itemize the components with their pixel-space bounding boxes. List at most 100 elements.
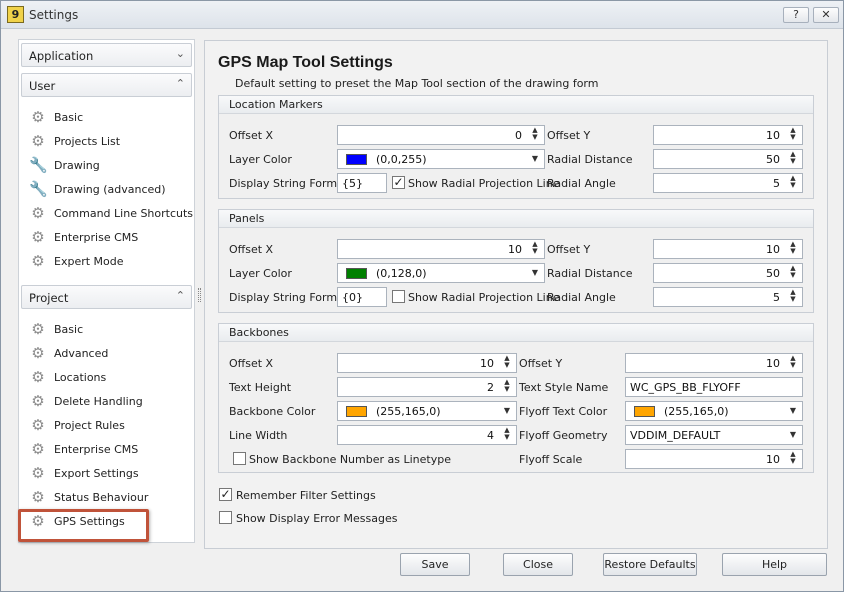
spinner-icon[interactable]: ▲ ▼ bbox=[787, 151, 799, 167]
lm-layer-color-select[interactable]: (0,0,255) ▼ bbox=[337, 149, 545, 169]
nav-user-projects-list[interactable]: ⚙ Projects List bbox=[29, 132, 189, 152]
gear-icon: ⚙ bbox=[31, 252, 45, 270]
remember-filter-checkbox[interactable]: ✓ bbox=[219, 488, 232, 501]
restore-defaults-button[interactable]: Restore Defaults bbox=[603, 553, 697, 576]
settings-sidebar: Application ⌄ User ⌃ ⚙ Basic ⚙ Projects Li… bbox=[18, 39, 195, 543]
nav-project-locations[interactable]: ⚙ Locations bbox=[29, 368, 189, 388]
spinner-icon[interactable]: ▲ ▼ bbox=[787, 451, 799, 467]
offset-y-label: Offset Y bbox=[519, 357, 563, 370]
field-value: 10 bbox=[766, 453, 780, 466]
nav-label: Expert Mode bbox=[54, 255, 124, 268]
group-user[interactable]: User ⌃ bbox=[21, 73, 192, 97]
spinner-icon[interactable]: ▲ ▼ bbox=[529, 127, 541, 143]
pn-layer-color-select[interactable]: (0,128,0) ▼ bbox=[337, 263, 545, 283]
pn-radial-angle-input[interactable]: 5 ▲ ▼ bbox=[653, 287, 803, 307]
nav-project-basic[interactable]: ⚙ Basic bbox=[29, 320, 189, 340]
field-value: WC_GPS_BB_FLYOFF bbox=[630, 381, 741, 394]
spinner-icon[interactable]: ▲ ▼ bbox=[501, 427, 513, 443]
bb-text-style-input[interactable]: WC_GPS_BB_FLYOFF bbox=[625, 377, 803, 397]
nav-project-status-behaviour[interactable]: ⚙ Status Behaviour bbox=[29, 488, 189, 508]
page-subtitle: Default setting to preset the Map Tool s… bbox=[235, 77, 599, 90]
show-errors-label: Show Display Error Messages bbox=[236, 512, 398, 525]
spinner-icon[interactable]: ▲ ▼ bbox=[501, 355, 513, 371]
panels-section: Panels Offset X 10 ▲ ▼ Offset Y 10 ▲ ▼ Layer… bbox=[218, 209, 814, 313]
text-height-label: Text Height bbox=[229, 381, 292, 394]
nav-user-drawing-advanced[interactable]: 🔧 Drawing (advanced) bbox=[29, 180, 189, 200]
dropdown-arrow-icon: ▼ bbox=[531, 154, 538, 163]
group-label: Project bbox=[29, 291, 69, 305]
spinner-icon[interactable]: ▲ ▼ bbox=[787, 289, 799, 305]
field-value: 10 bbox=[766, 129, 780, 142]
spinner-icon[interactable]: ▲ ▼ bbox=[529, 241, 541, 257]
field-value: 4 bbox=[487, 429, 494, 442]
bb-line-width-input[interactable]: 4 ▲ ▼ bbox=[337, 425, 517, 445]
nav-user-expert-mode[interactable]: ⚙ Expert Mode bbox=[29, 252, 189, 272]
color-swatch bbox=[346, 268, 367, 279]
lm-offset-x-input[interactable]: 0 ▲ ▼ bbox=[337, 125, 545, 145]
lm-offset-y-input[interactable]: 10 ▲ ▼ bbox=[653, 125, 803, 145]
close-button[interactable]: Close bbox=[503, 553, 573, 576]
bb-backbone-color-select[interactable]: (255,165,0) ▼ bbox=[337, 401, 517, 421]
bb-flyoff-geometry-select[interactable]: VDDIM_DEFAULT ▼ bbox=[625, 425, 803, 445]
gear-icon: ⚙ bbox=[31, 320, 45, 338]
nav-label: Command Line Shortcuts bbox=[54, 207, 194, 220]
pn-radial-distance-input[interactable]: 50 ▲ ▼ bbox=[653, 263, 803, 283]
spinner-icon[interactable]: ▲ ▼ bbox=[787, 355, 799, 371]
bb-text-height-input[interactable]: 2 ▲ ▼ bbox=[337, 377, 517, 397]
nav-project-delete-handling[interactable]: ⚙ Delete Handling bbox=[29, 392, 189, 412]
nav-label: Locations bbox=[54, 371, 107, 384]
nav-project-enterprise-cms[interactable]: ⚙ Enterprise CMS bbox=[29, 440, 189, 460]
location-markers-section: Location Markers Offset X 0 ▲ ▼ Offset Y 1… bbox=[218, 95, 814, 199]
gear-icon: ⚙ bbox=[31, 440, 45, 458]
nav-user-command-line-shortcuts[interactable]: ⚙ Command Line Shortcuts bbox=[29, 204, 193, 224]
help-button[interactable]: Help bbox=[722, 553, 827, 576]
pn-offset-y-input[interactable]: 10 ▲ ▼ bbox=[653, 239, 803, 259]
nav-project-rules[interactable]: ⚙ Project Rules bbox=[29, 416, 189, 436]
save-button[interactable]: Save bbox=[400, 553, 470, 576]
radial-distance-label: Radial Distance bbox=[547, 267, 633, 280]
spinner-icon[interactable]: ▲ ▼ bbox=[787, 127, 799, 143]
pn-offset-x-input[interactable]: 10 ▲ ▼ bbox=[337, 239, 545, 259]
gear-icon: ⚙ bbox=[31, 464, 45, 482]
show-errors-checkbox[interactable] bbox=[219, 511, 232, 524]
show-radial-label: Show Radial Projection Line bbox=[408, 177, 560, 190]
remember-filter-label: Remember Filter Settings bbox=[236, 489, 376, 502]
app-logo-icon: 9 bbox=[7, 6, 24, 23]
nav-label: Drawing (advanced) bbox=[54, 183, 166, 196]
offset-x-label: Offset X bbox=[229, 357, 274, 370]
color-swatch bbox=[346, 406, 367, 417]
sidebar-splitter[interactable] bbox=[198, 288, 201, 302]
spinner-icon[interactable]: ▲ ▼ bbox=[787, 241, 799, 257]
lm-display-format-input[interactable]: {5} bbox=[337, 173, 387, 193]
lm-radial-angle-input[interactable]: 5 ▲ ▼ bbox=[653, 173, 803, 193]
spinner-icon[interactable]: ▲ ▼ bbox=[501, 379, 513, 395]
spinner-icon[interactable]: ▲ ▼ bbox=[787, 175, 799, 191]
nav-user-drawing[interactable]: 🔧 Drawing bbox=[29, 156, 189, 176]
gear-icon: ⚙ bbox=[31, 392, 45, 410]
group-application[interactable]: Application ⌄ bbox=[21, 43, 192, 67]
page-title: GPS Map Tool Settings bbox=[218, 54, 393, 71]
lm-radial-distance-input[interactable]: 50 ▲ ▼ bbox=[653, 149, 803, 169]
bb-offset-x-input[interactable]: 10 ▲ ▼ bbox=[337, 353, 517, 373]
pn-show-radial-checkbox[interactable] bbox=[392, 290, 405, 303]
bb-flyoff-scale-input[interactable]: 10 ▲ ▼ bbox=[625, 449, 803, 469]
nav-project-export-settings[interactable]: ⚙ Export Settings bbox=[29, 464, 189, 484]
nav-project-advanced[interactable]: ⚙ Advanced bbox=[29, 344, 189, 364]
gps-settings-highlight bbox=[18, 509, 149, 542]
pn-display-format-input[interactable]: {0} bbox=[337, 287, 387, 307]
nav-user-enterprise-cms[interactable]: ⚙ Enterprise CMS bbox=[29, 228, 189, 248]
bb-show-backbone-checkbox[interactable] bbox=[233, 452, 246, 465]
group-project[interactable]: Project ⌃ bbox=[21, 285, 192, 309]
close-title-button[interactable]: ✕ bbox=[813, 7, 839, 23]
lm-show-radial-checkbox[interactable]: ✓ bbox=[392, 176, 405, 189]
nav-label: Basic bbox=[54, 111, 84, 124]
nav-user-basic[interactable]: ⚙ Basic bbox=[29, 108, 189, 128]
field-value: (0,128,0) bbox=[376, 267, 427, 280]
nav-label: Basic bbox=[54, 323, 84, 336]
help-title-button[interactable]: ? bbox=[783, 7, 809, 23]
spinner-icon[interactable]: ▲ ▼ bbox=[787, 265, 799, 281]
field-value: {5} bbox=[342, 177, 363, 190]
nav-label: Enterprise CMS bbox=[54, 231, 139, 244]
bb-offset-y-input[interactable]: 10 ▲ ▼ bbox=[625, 353, 803, 373]
bb-flyoff-color-select[interactable]: (255,165,0) ▼ bbox=[625, 401, 803, 421]
